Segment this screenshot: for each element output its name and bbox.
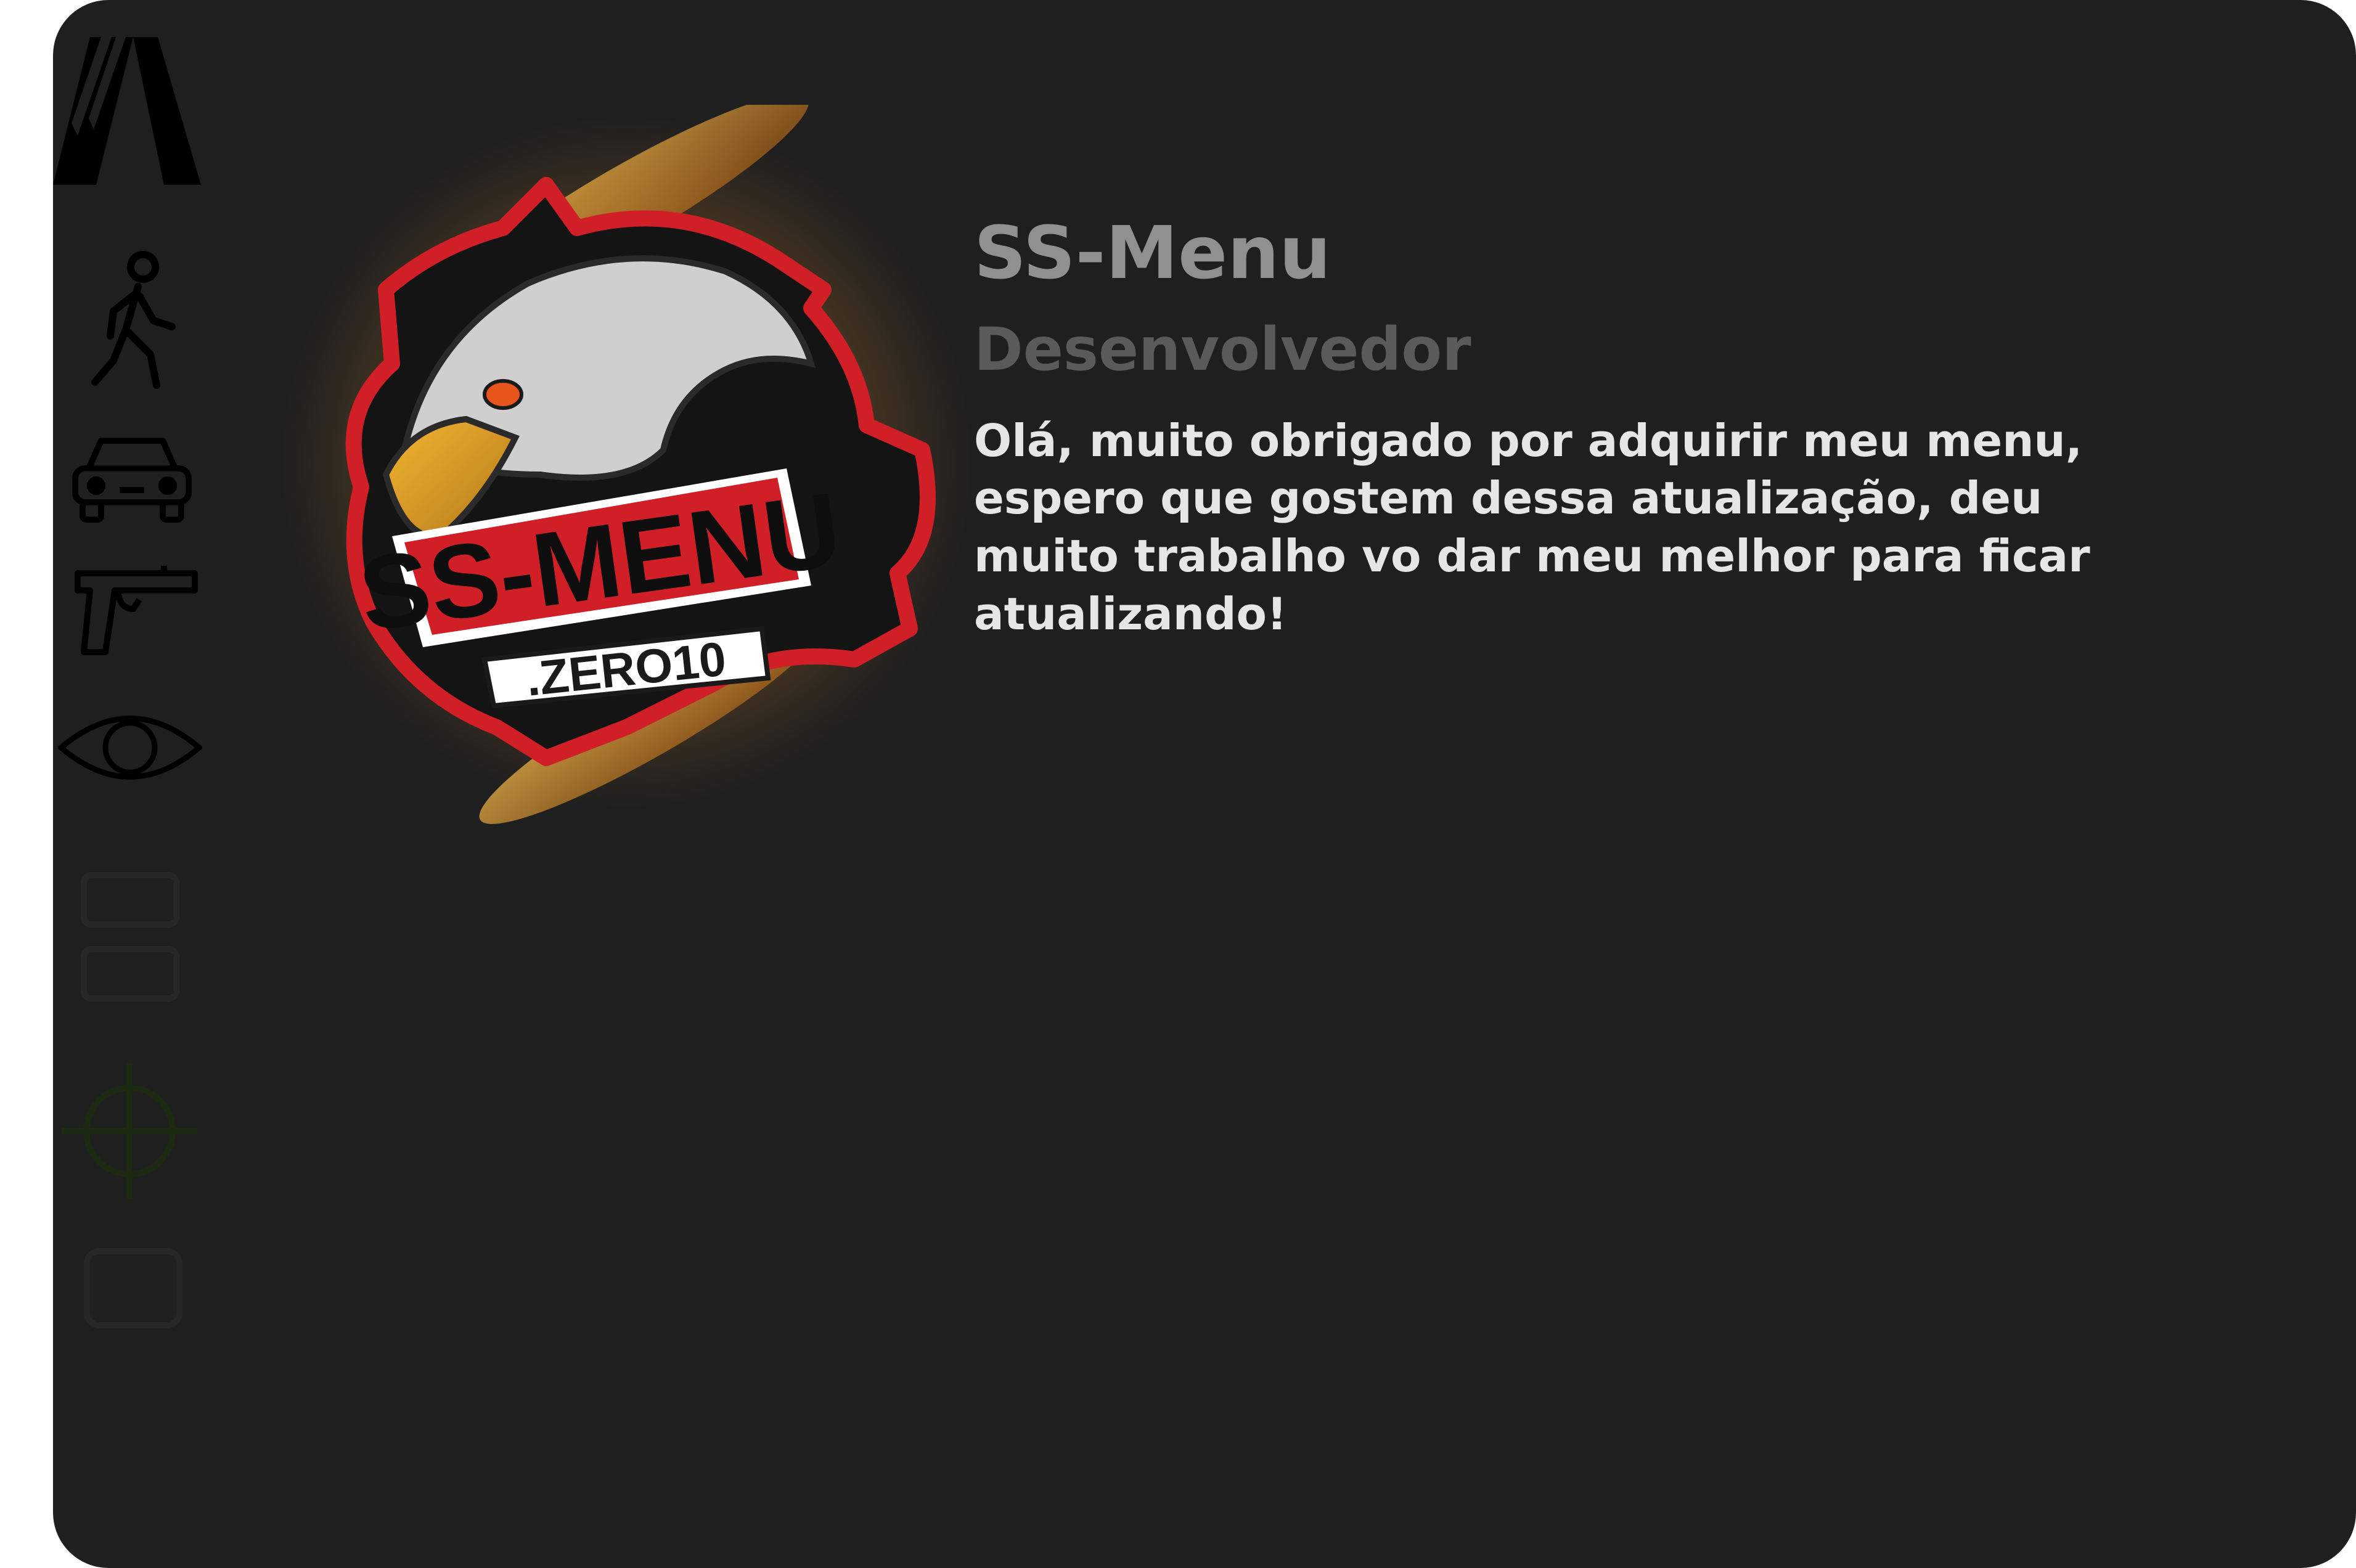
ss-menu-logo: SS-MENU .ZERO10 <box>281 105 990 826</box>
welcome-message: Olá, muito obrigado por adquirir meu men… <box>974 414 2090 640</box>
visuals-eye-icon[interactable] <box>58 701 202 794</box>
vehicle-car-icon[interactable] <box>70 431 194 524</box>
aimbot-crosshair-icon[interactable] <box>62 1063 197 1199</box>
faded-settings-icon[interactable] <box>78 1233 189 1344</box>
content-area: SS-Menu Desenvolvedor Olá, muito obrigad… <box>974 210 2268 643</box>
weapon-pistol-icon[interactable] <box>72 566 201 658</box>
player-walking-icon[interactable] <box>89 250 181 391</box>
fivem-logo-icon[interactable] <box>53 37 201 185</box>
developer-subtitle: Desenvolvedor <box>974 314 1471 384</box>
faded-menu-icon[interactable] <box>78 863 182 1011</box>
menu-panel: SS-MENU .ZERO10 SS-Menu Desenvolvedor Ol… <box>53 0 2356 1568</box>
sidebar <box>53 0 219 1568</box>
page-title: SS-Menu <box>974 210 1331 295</box>
